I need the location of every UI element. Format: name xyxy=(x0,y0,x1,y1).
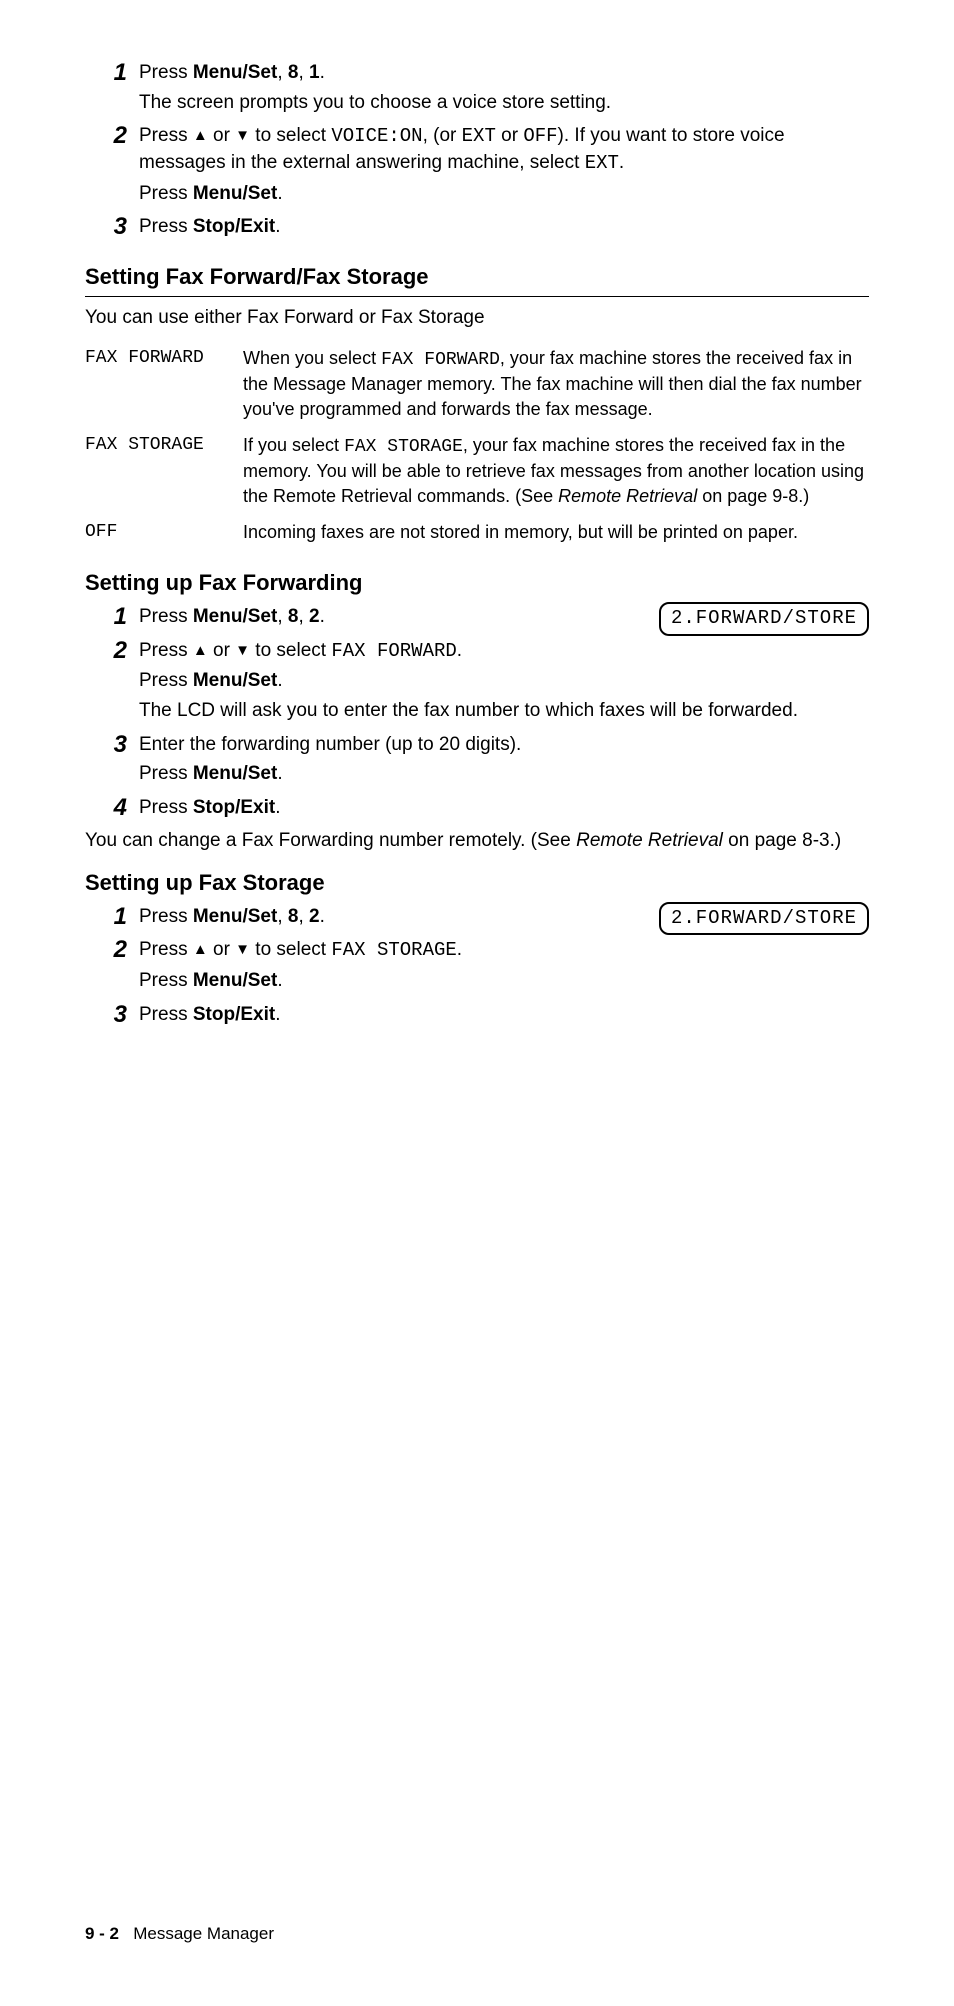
step-body: Press ▲ or ▼ to select VOICE:ON, (or EXT… xyxy=(139,123,869,210)
heading-fax-forwarding: Setting up Fax Forwarding xyxy=(85,568,869,598)
table-row: FAX STORAGEIf you select FAX STORAGE, yo… xyxy=(85,431,869,518)
up-arrow-icon: ▲ xyxy=(193,941,208,958)
step: 3Press Stop/Exit. xyxy=(85,214,869,244)
step: 3Press Stop/Exit. xyxy=(85,1002,869,1032)
step-body: Enter the forwarding number (up to 20 di… xyxy=(139,732,869,791)
option-description: If you select FAX STORAGE, your fax mach… xyxy=(243,431,869,518)
option-description: When you select FAX FORWARD, your fax ma… xyxy=(243,344,869,431)
step-number: 1 xyxy=(85,904,139,934)
option-label: OFF xyxy=(85,518,243,554)
step: 1Press Menu/Set, 8, 2. xyxy=(85,604,639,634)
page-footer: 9 - 2 Message Manager xyxy=(85,1923,274,1946)
fax-forwarding-steps: 1Press Menu/Set, 8, 2.2Press ▲ or ▼ to s… xyxy=(85,604,869,824)
step: 2Press ▲ or ▼ to select FAX STORAGE.Pres… xyxy=(85,937,869,997)
step: 2Press ▲ or ▼ to select FAX FORWARD.Pres… xyxy=(85,638,869,728)
fax-forwarding-note: You can change a Fax Forwarding number r… xyxy=(85,828,869,854)
lcd-display: 2.FORWARD/STORE xyxy=(659,902,869,936)
step-body: Press ▲ or ▼ to select FAX STORAGE.Press… xyxy=(139,937,869,997)
voice-store-steps: 1Press Menu/Set, 8, 1.The screen prompts… xyxy=(85,60,869,244)
down-arrow-icon: ▼ xyxy=(235,641,250,658)
up-arrow-icon: ▲ xyxy=(193,641,208,658)
heading-fax-forward-storage: Setting Fax Forward/Fax Storage xyxy=(85,262,869,297)
step-number: 2 xyxy=(85,937,139,997)
page-number: 9 - 2 xyxy=(85,1924,119,1943)
step: 1Press Menu/Set, 8, 1.The screen prompts… xyxy=(85,60,869,119)
step-body: Press Menu/Set, 8, 2. xyxy=(139,604,639,634)
step-number: 4 xyxy=(85,795,139,825)
option-label: FAX FORWARD xyxy=(85,344,243,431)
fax-options-table: FAX FORWARDWhen you select FAX FORWARD, … xyxy=(85,344,869,554)
heading-fax-storage: Setting up Fax Storage xyxy=(85,868,869,898)
step: 4Press Stop/Exit. xyxy=(85,795,869,825)
step-body: Press Stop/Exit. xyxy=(139,1002,869,1032)
table-row: OFFIncoming faxes are not stored in memo… xyxy=(85,518,869,554)
option-label: FAX STORAGE xyxy=(85,431,243,518)
step-body: Press Menu/Set, 8, 2. xyxy=(139,904,639,934)
step-number: 3 xyxy=(85,1002,139,1032)
down-arrow-icon: ▼ xyxy=(235,127,250,144)
step-number: 1 xyxy=(85,604,139,634)
step-body: Press ▲ or ▼ to select FAX FORWARD.Press… xyxy=(139,638,869,728)
step-body: Press Menu/Set, 8, 1.The screen prompts … xyxy=(139,60,869,119)
step: 3Enter the forwarding number (up to 20 d… xyxy=(85,732,869,791)
lcd-display: 2.FORWARD/STORE xyxy=(659,602,869,636)
footer-section: Message Manager xyxy=(133,1924,274,1943)
down-arrow-icon: ▼ xyxy=(235,941,250,958)
intro-fax-forward-storage: You can use either Fax Forward or Fax St… xyxy=(85,305,869,331)
step-number: 1 xyxy=(85,60,139,119)
step-number: 2 xyxy=(85,638,139,728)
table-row: FAX FORWARDWhen you select FAX FORWARD, … xyxy=(85,344,869,431)
step-body: Press Stop/Exit. xyxy=(139,214,869,244)
step-body: Press Stop/Exit. xyxy=(139,795,869,825)
up-arrow-icon: ▲ xyxy=(193,127,208,144)
step-number: 3 xyxy=(85,732,139,791)
step-number: 3 xyxy=(85,214,139,244)
step-number: 2 xyxy=(85,123,139,210)
step: 1Press Menu/Set, 8, 2. xyxy=(85,904,639,934)
step: 2Press ▲ or ▼ to select VOICE:ON, (or EX… xyxy=(85,123,869,210)
option-description: Incoming faxes are not stored in memory,… xyxy=(243,518,869,554)
